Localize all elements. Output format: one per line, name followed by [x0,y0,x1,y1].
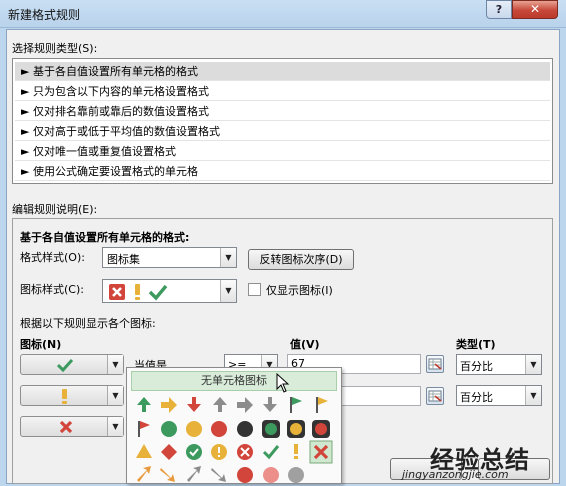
row2-type-value: 百分比 [460,391,493,404]
yellow-exclamation-circle-icon [211,444,227,460]
format-style-select[interactable]: 图标集 ▼ [102,247,237,268]
chevron-down-icon: ▼ [107,386,123,405]
red-x-icon-selected [309,440,333,464]
red-light-icon [312,420,330,438]
red-flag-icon [138,421,150,437]
red-x-icon [59,420,73,434]
rule-type-list[interactable]: ► 基于各自值设置所有单元格的格式 ► 只为包含以下内容的单元格设置格式 ► 仅… [12,58,553,184]
row2-type-select[interactable]: 百分比 ▼ [456,385,542,406]
row1-type-value: 百分比 [460,360,493,373]
rule-item-each-value[interactable]: ► 基于各自值设置所有单元格的格式 [15,62,550,81]
gray-circle-icon [288,467,304,483]
row2-icon-select[interactable]: ▼ [20,385,124,406]
icon-grid [136,397,333,483]
black-circle-icon [237,421,253,437]
row2-range-picker-button[interactable] [426,387,444,405]
red-down-arrow-icon [187,397,201,412]
green-flag-icon [290,397,302,413]
range-picker-icon [428,358,442,370]
gray-right-arrow-icon [237,397,253,413]
chevron-down-icon: ▼ [107,355,123,374]
show-icon-only-label: 仅显示图标(I) [266,284,333,297]
pink-circle-icon [263,467,279,483]
row1-range-picker-button[interactable] [426,355,444,373]
reverse-icon-order-button[interactable]: 反转图标次序(D) [248,249,354,270]
red-diamond-icon [161,444,177,460]
red-x-circle-icon [237,444,253,460]
chevron-down-icon: ▼ [107,417,123,436]
red-circle-icon [211,421,227,437]
yellow-flag-icon [316,397,328,413]
value-column-header: 值(V) [290,338,320,351]
type-column-header: 类型(T) [456,338,496,351]
rule-item-unique-duplicate[interactable]: ► 仅对唯一值或重复值设置格式 [15,142,550,161]
icon-style-select[interactable]: ▼ [102,279,237,303]
gray-down-arrow-icon [263,397,277,412]
chevron-down-icon: ▼ [220,248,236,267]
help-button[interactable]: ? [486,0,512,19]
row3-icon-select[interactable]: ▼ [20,416,124,437]
icon-style-label: 图标样式(C): [20,283,84,296]
rule-item-average[interactable]: ► 仅对高于或低于平均值的数值设置格式 [15,122,550,141]
format-style-label: 格式样式(O): [20,251,85,264]
chevron-down-icon: ▼ [525,386,541,405]
yellow-right-arrow-icon [161,397,177,413]
row1-type-select[interactable]: 百分比 ▼ [456,354,542,375]
rule-heading: 基于各自值设置所有单元格的格式: [20,231,190,244]
gray-up-right-arrow-icon [187,466,201,482]
green-up-arrow-icon [137,397,151,412]
green-circle-icon [161,421,177,437]
gray-up-arrow-icon [213,397,227,412]
yellow-light-icon [287,420,305,438]
title-bar [0,0,566,28]
range-picker-icon [428,390,442,402]
green-check-icon [262,445,280,460]
green-check-circle-icon [186,444,202,460]
mouse-cursor-icon [276,373,290,393]
green-light-icon [262,420,280,438]
close-button[interactable]: ✕ [512,0,558,19]
red-filled-circle-icon [237,467,253,483]
gray-down-right-arrow-icon [211,468,226,482]
chevron-down-icon: ▼ [220,280,236,302]
format-style-value: 图标集 [107,253,140,266]
icon-column-header: 图标(N) [20,338,62,351]
yellow-triangle-icon [136,444,152,458]
rule-type-label: 选择规则类型(S): [12,42,98,55]
yellow-exclamation-icon [294,444,298,459]
rule-item-formula[interactable]: ► 使用公式确定要设置格式的单元格 [15,162,550,181]
orange-down-right-arrow-icon [160,468,175,482]
icon-picker-popup: 无单元格图标 [126,367,342,484]
yellow-exclamation-icon [135,284,140,300]
edit-rule-label: 编辑规则说明(E): [12,203,98,216]
yellow-exclamation-icon [62,389,67,404]
rules-caption: 根据以下规则显示各个图标: [20,317,156,330]
watermark-url: jingyanzongjie.com [402,468,509,481]
green-check-icon [148,284,168,301]
orange-up-right-arrow-icon [137,466,151,482]
yellow-circle-icon [186,421,202,437]
icon-set-preview [109,284,168,301]
row1-icon-select[interactable]: ▼ [20,354,124,375]
show-icon-only-checkbox[interactable] [248,283,261,296]
red-x-icon [109,284,125,300]
window-title: 新建格式规则 [8,8,81,22]
rule-item-top-bottom[interactable]: ► 仅对排名靠前或靠后的数值设置格式 [15,102,550,121]
no-cell-icon-option[interactable]: 无单元格图标 [131,371,337,391]
rule-item-contains[interactable]: ► 只为包含以下内容的单元格设置格式 [15,82,550,101]
green-check-icon [57,358,73,372]
chevron-down-icon: ▼ [525,355,541,374]
